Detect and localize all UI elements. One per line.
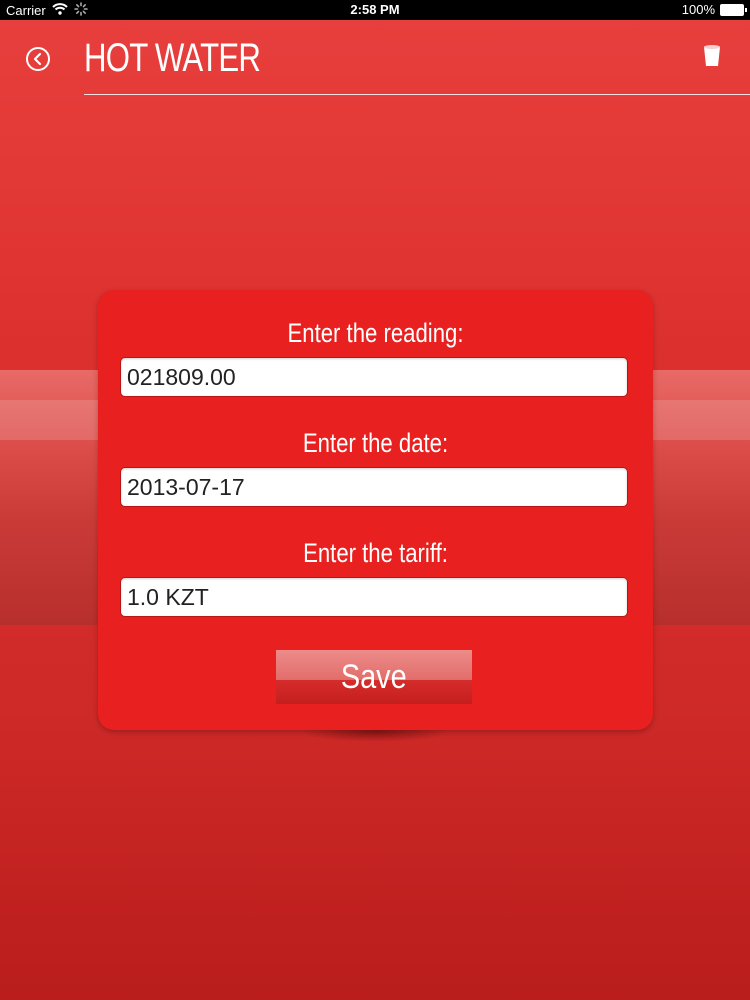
reading-label: Enter the reading: xyxy=(287,318,464,348)
battery-percent: 100% xyxy=(681,2,715,17)
date-label: Enter the date: xyxy=(302,428,449,458)
back-button[interactable] xyxy=(26,47,50,71)
pipe-left-highlight xyxy=(0,400,110,440)
meter-reading-form: Enter the reading: Enter the date: Enter… xyxy=(98,290,653,730)
delete-button[interactable] xyxy=(703,44,721,68)
save-button-label: Save xyxy=(341,657,407,696)
tariff-label: Enter the tariff: xyxy=(303,538,448,568)
date-input[interactable] xyxy=(120,467,628,507)
tariff-input[interactable] xyxy=(120,577,628,617)
status-bar: Carrier 2:58 PM 100% xyxy=(0,0,750,20)
back-arrow-icon xyxy=(33,52,42,66)
pipe-right-highlight xyxy=(648,400,750,440)
save-button[interactable]: Save xyxy=(276,650,472,704)
page-title: HOT WATER xyxy=(84,36,261,80)
header-divider xyxy=(84,94,750,95)
trash-icon xyxy=(704,45,720,66)
status-time: 2:58 PM xyxy=(350,2,400,17)
battery-icon xyxy=(720,3,747,16)
status-bar-right: 100% xyxy=(681,2,747,17)
reading-input[interactable] xyxy=(120,357,628,397)
